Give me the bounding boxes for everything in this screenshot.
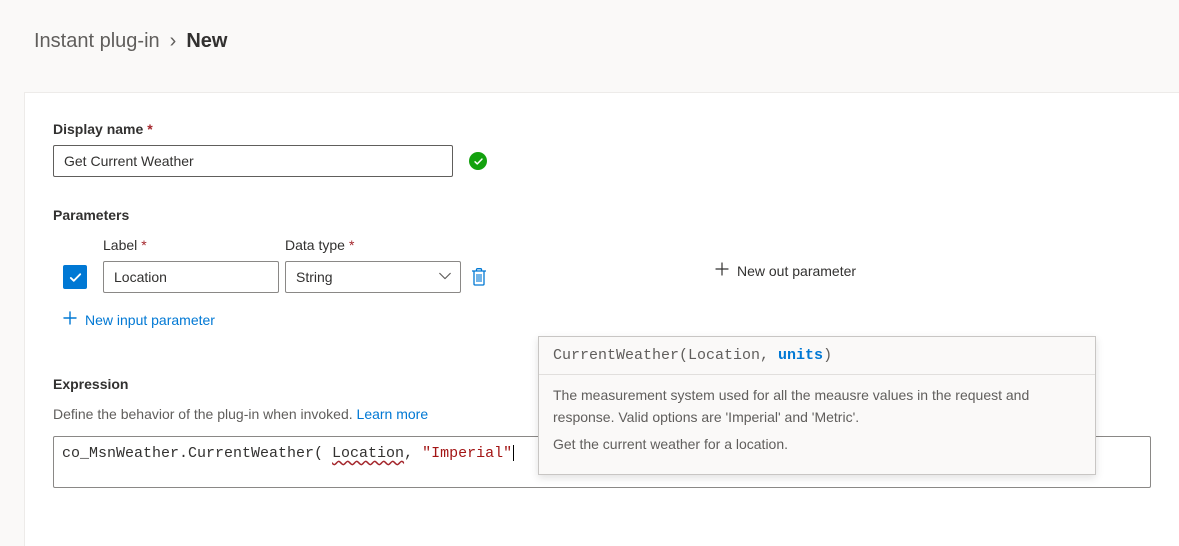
plus-icon: [715, 262, 729, 279]
delete-parameter-button[interactable]: [467, 261, 491, 293]
chevron-right-icon: ›: [170, 30, 177, 53]
intellisense-tooltip: CurrentWeather(Location, units) The meas…: [538, 336, 1096, 475]
tooltip-signature: CurrentWeather(Location, units): [539, 337, 1095, 375]
caret-icon: [513, 445, 514, 461]
parameters-header: Parameters: [53, 207, 1151, 223]
chevron-down-icon: [438, 269, 452, 286]
required-asterisk: *: [147, 121, 152, 137]
learn-more-link[interactable]: Learn more: [357, 406, 429, 422]
tooltip-line-2: Get the current weather for a location.: [553, 434, 1081, 456]
plus-icon: [63, 311, 77, 328]
main-panel: Display name* Parameters Label* Data typ…: [24, 92, 1179, 546]
param-column-label: Label*: [103, 237, 279, 253]
new-out-parameter-button[interactable]: New out parameter: [715, 258, 856, 283]
parameter-row-checkbox[interactable]: [63, 265, 87, 289]
checkmark-circle-icon: [469, 152, 487, 170]
param-column-datatype: Data type*: [285, 237, 461, 253]
parameter-row: Location String: [53, 261, 1151, 293]
breadcrumb: Instant plug-in › New: [0, 0, 1179, 53]
new-input-parameter-button[interactable]: New input parameter: [63, 307, 215, 332]
tooltip-line-1: The measurement system used for all the …: [553, 385, 1081, 428]
parameter-label-input[interactable]: Location: [103, 261, 279, 293]
parameter-datatype-dropdown[interactable]: String: [285, 261, 461, 293]
display-name-label: Display name*: [53, 121, 1151, 137]
breadcrumb-current: New: [186, 30, 227, 53]
breadcrumb-parent[interactable]: Instant plug-in: [34, 30, 160, 53]
display-name-input[interactable]: [53, 145, 453, 177]
